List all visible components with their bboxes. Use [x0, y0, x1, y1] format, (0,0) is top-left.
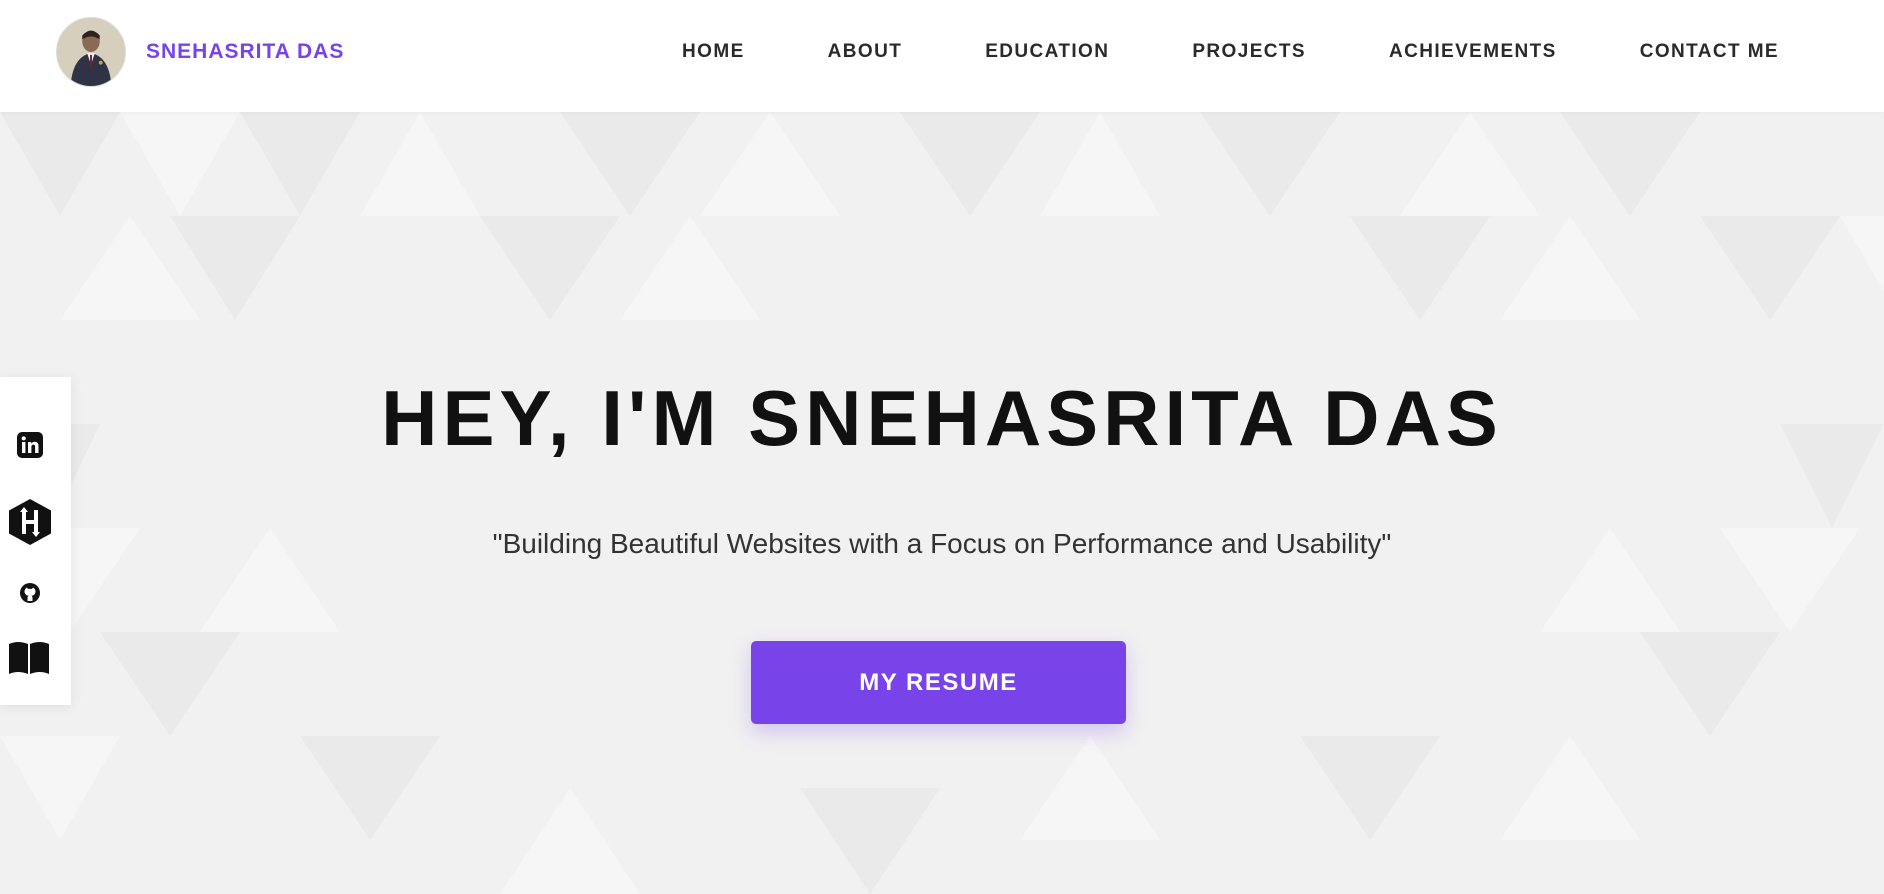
github-link[interactable]	[20, 583, 40, 603]
nav-education[interactable]: EDUCATION	[985, 41, 1109, 63]
nav-home[interactable]: HOME	[682, 41, 745, 63]
brand[interactable]: SNEHASRITA DAS	[56, 17, 344, 87]
hackerrank-link[interactable]	[9, 499, 51, 545]
hero-section: HEY, I'M SNEHASRITA DAS "Building Beauti…	[0, 112, 1884, 894]
social-sidebar	[0, 377, 71, 705]
blog-link[interactable]	[9, 640, 49, 676]
github-icon	[20, 583, 40, 603]
hackerrank-icon	[9, 499, 51, 545]
book-icon	[9, 642, 49, 674]
nav-contact-me[interactable]: CONTACT ME	[1640, 41, 1779, 63]
linkedin-link[interactable]	[17, 432, 43, 458]
main-nav: HOME ABOUT EDUCATION PROJECTS ACHIEVEMEN…	[682, 0, 1779, 104]
brand-name: SNEHASRITA DAS	[146, 40, 345, 63]
triangle-pattern-background	[0, 112, 1884, 894]
hero-title: HEY, I'M SNEHASRITA DAS	[381, 374, 1503, 462]
linkedin-icon	[17, 432, 43, 458]
profile-avatar	[56, 17, 126, 87]
nav-about[interactable]: ABOUT	[828, 41, 903, 63]
nav-projects[interactable]: PROJECTS	[1192, 41, 1306, 63]
nav-achievements[interactable]: ACHIEVEMENTS	[1389, 41, 1557, 63]
my-resume-button[interactable]: MY RESUME	[751, 641, 1126, 724]
page: SNEHASRITA DAS HOME ABOUT EDUCATION PROJ…	[0, 0, 1884, 894]
hero-subtitle: "Building Beautiful Websites with a Focu…	[492, 528, 1392, 559]
site-header: SNEHASRITA DAS HOME ABOUT EDUCATION PROJ…	[0, 0, 1884, 112]
